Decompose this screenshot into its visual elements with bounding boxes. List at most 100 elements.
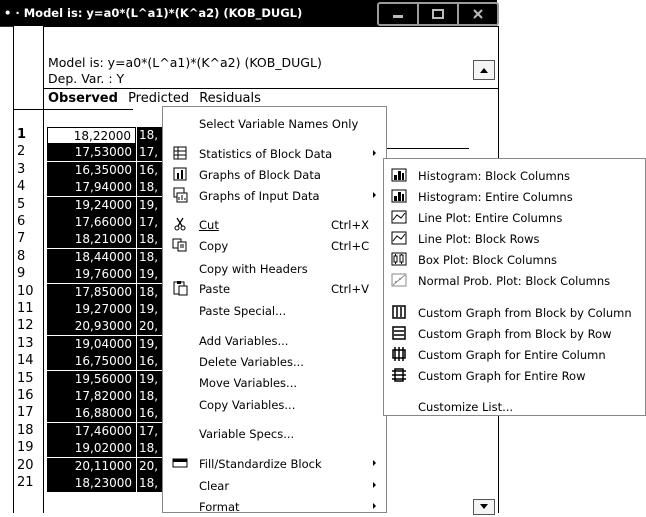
menu-item-copy-variables[interactable]: Copy Variables... — [163, 394, 388, 415]
column-rule — [384, 148, 469, 149]
submenu-item-line-plot-entire-columns[interactable]: Line Plot: Entire Columns — [384, 207, 646, 228]
menu-item-fill-standardize-block[interactable]: Fill/Standardize Block — [163, 453, 388, 474]
minimize-icon — [393, 15, 403, 18]
row-number[interactable]: 16 — [17, 388, 43, 403]
submenu-arrow-icon — [373, 150, 376, 156]
menu-item-cut[interactable]: Cut Ctrl+X — [163, 214, 388, 235]
observed-cell[interactable]: 17,94000 — [47, 179, 136, 196]
scroll-up-button[interactable] — [473, 60, 495, 80]
title-bar[interactable]: • · Model is: y=a0*(L^a1)*(K^a2) (KOB_DU… — [0, 0, 499, 27]
row-number[interactable]: 2 — [17, 144, 43, 159]
row-number[interactable]: 3 — [17, 162, 43, 177]
row-number[interactable]: 19 — [17, 440, 43, 455]
row-number[interactable]: 11 — [17, 301, 43, 316]
custom-graph-entire-row-icon — [390, 367, 408, 383]
row-number[interactable]: 7 — [17, 231, 43, 246]
menu-item-copy[interactable]: Copy Ctrl+C — [163, 235, 388, 256]
submenu-item-custom-graph-entire-row[interactable]: Custom Graph for Entire Row — [384, 365, 646, 386]
close-button[interactable] — [459, 4, 497, 24]
submenu-item-custom-graph-entire-column[interactable]: Custom Graph for Entire Column — [384, 344, 646, 365]
line-plot-icon — [390, 209, 408, 225]
observed-cell[interactable]: 18,44000 — [47, 249, 136, 266]
row-number[interactable]: 8 — [17, 249, 43, 264]
custom-graph-column-icon — [390, 304, 408, 320]
stats-table-icon — [172, 145, 188, 161]
observed-cell[interactable]: 17,82000 — [47, 388, 136, 405]
row-number[interactable]: 9 — [17, 266, 43, 281]
menu-item-delete-variables[interactable]: Delete Variables... — [163, 351, 388, 372]
menu-item-add-variables[interactable]: Add Variables... — [163, 330, 388, 351]
row-number[interactable]: 14 — [17, 353, 43, 368]
window-controls — [377, 2, 499, 26]
submenu-item-custom-graph-block-by-column[interactable]: Custom Graph from Block by Column — [384, 302, 646, 323]
paste-icon — [172, 280, 188, 296]
menu-item-variable-specs[interactable]: Variable Specs... — [163, 423, 388, 444]
observed-cell[interactable]: 16,75000 — [47, 353, 136, 370]
submenu-item-histogram-block-columns[interactable]: Histogram: Block Columns — [384, 165, 646, 186]
observed-cell[interactable]: 17,46000 — [47, 423, 136, 440]
menu-item-graphs-of-block-data[interactable]: Graphs of Block Data — [163, 164, 388, 185]
row-number[interactable]: 21 — [17, 475, 43, 490]
row-number[interactable]: 15 — [17, 371, 43, 386]
observed-cell[interactable]: 19,02000 — [47, 440, 136, 457]
row-number[interactable]: 1 — [17, 127, 43, 142]
submenu-item-customize-list[interactable]: Customize List... — [384, 396, 646, 417]
submenu-item-normal-prob-plot-block-columns[interactable]: Normal Prob. Plot: Block Columns — [384, 270, 646, 291]
observed-cell[interactable]: 19,24000 — [47, 197, 136, 214]
menu-item-graphs-of-input-data[interactable]: Graphs of Input Data — [163, 185, 388, 206]
observed-cell[interactable]: 19,76000 — [47, 266, 136, 283]
submenu-item-histogram-entire-columns[interactable]: Histogram: Entire Columns — [384, 186, 646, 207]
graphs-submenu: Histogram: Block Columns Histogram: Enti… — [383, 158, 646, 416]
row-number[interactable]: 12 — [17, 318, 43, 333]
observed-cell[interactable]: 20,93000 — [47, 318, 136, 335]
observed-cell[interactable]: 17,53000 — [47, 144, 136, 161]
observed-cell[interactable]: 16,88000 — [47, 405, 136, 422]
observed-cell[interactable]: 17,85000 — [47, 284, 136, 301]
row-number[interactable]: 20 — [17, 458, 43, 473]
tab-predicted[interactable]: Predicted — [128, 91, 189, 106]
observed-cell[interactable]: 18,23000 — [47, 475, 136, 492]
observed-cell[interactable]: 18,22000 — [47, 127, 136, 144]
observed-cell[interactable]: 17,66000 — [47, 214, 136, 231]
box-plot-icon — [390, 251, 408, 267]
maximize-button[interactable] — [419, 4, 459, 24]
observed-cell[interactable]: 19,56000 — [47, 371, 136, 388]
row-number[interactable]: 18 — [17, 423, 43, 438]
tab-observed[interactable]: Observed — [48, 91, 118, 106]
custom-graph-entire-column-icon — [390, 346, 408, 362]
observed-cell[interactable]: 19,04000 — [47, 336, 136, 353]
scissors-icon — [172, 216, 188, 232]
observed-cell[interactable]: 19,27000 — [47, 301, 136, 318]
minimize-button[interactable] — [379, 4, 419, 24]
menu-item-paste[interactable]: Paste Ctrl+V — [163, 278, 388, 299]
fill-icon — [172, 455, 188, 471]
window-title: • · Model is: y=a0*(L^a1)*(K^a2) (KOB_DU… — [4, 6, 303, 20]
scroll-up-icon — [480, 68, 488, 73]
menu-item-copy-with-headers[interactable]: Copy with Headers — [163, 258, 388, 279]
menu-item-select-variable-names-only[interactable]: Select Variable Names Only — [163, 113, 388, 134]
observed-cell[interactable]: 18,21000 — [47, 231, 136, 248]
row-number[interactable]: 17 — [17, 405, 43, 420]
submenu-arrow-icon — [373, 503, 376, 509]
submenu-item-box-plot-block-columns[interactable]: Box Plot: Block Columns — [384, 249, 646, 270]
menu-item-statistics-of-block-data[interactable]: Statistics of Block Data — [163, 143, 388, 164]
row-number[interactable]: 4 — [17, 179, 43, 194]
normal-prob-plot-icon — [390, 272, 408, 288]
histogram-icon — [390, 167, 408, 183]
submenu-item-custom-graph-block-by-row[interactable]: Custom Graph from Block by Row — [384, 323, 646, 344]
custom-graph-row-icon — [390, 325, 408, 341]
histogram-icon — [390, 188, 408, 204]
menu-item-clear[interactable]: Clear — [163, 475, 388, 496]
menu-item-format[interactable]: Format — [163, 496, 388, 517]
row-number[interactable]: 6 — [17, 214, 43, 229]
tab-residuals[interactable]: Residuals — [199, 91, 261, 106]
line-plot-icon — [390, 230, 408, 246]
row-number[interactable]: 13 — [17, 336, 43, 351]
row-number[interactable]: 10 — [17, 284, 43, 299]
menu-item-move-variables[interactable]: Move Variables... — [163, 372, 388, 393]
observed-cell[interactable]: 20,11000 — [47, 458, 136, 475]
submenu-item-line-plot-block-rows[interactable]: Line Plot: Block Rows — [384, 228, 646, 249]
row-number[interactable]: 5 — [17, 197, 43, 212]
menu-item-paste-special[interactable]: Paste Special... — [163, 300, 388, 321]
observed-cell[interactable]: 16,35000 — [47, 162, 136, 179]
